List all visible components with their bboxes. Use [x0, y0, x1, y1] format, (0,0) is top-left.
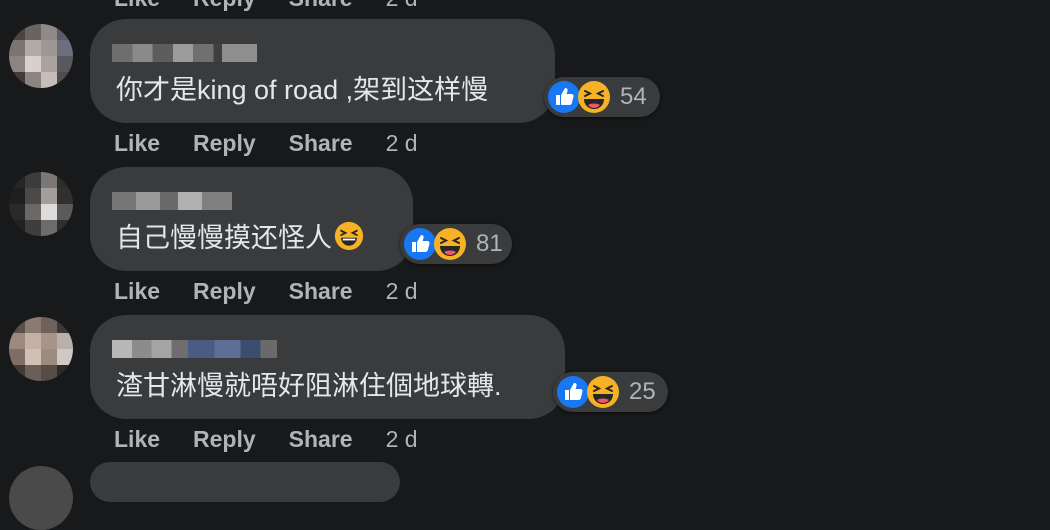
comment-bubble [90, 462, 400, 502]
like-button[interactable]: Like [114, 278, 160, 305]
comment-timestamp: 2 d [386, 0, 418, 12]
reply-button[interactable]: Reply [193, 426, 256, 453]
share-button[interactable]: Share [289, 0, 353, 12]
comment-text: 你才是king of road ,架到这样慢 [116, 75, 489, 105]
author-name[interactable] [112, 192, 232, 210]
comment-text: 自己慢慢摸还怪人 [116, 220, 364, 256]
avatar[interactable] [9, 172, 73, 236]
reaction-count: 54 [620, 83, 647, 110]
like-button[interactable]: Like [114, 130, 160, 157]
like-reaction-icon [548, 81, 580, 113]
reaction-summary[interactable]: 54 [544, 77, 660, 117]
previous-comment-actions: Like Reply Share 2 d [114, 0, 418, 12]
comment-text: 渣甘淋慢就唔好阻淋住個地球轉. [116, 371, 502, 401]
reply-button[interactable]: Reply [193, 130, 256, 157]
comment-bubble: 渣甘淋慢就唔好阻淋住個地球轉. [90, 315, 565, 419]
avatar[interactable] [9, 466, 73, 530]
haha-reaction-icon [434, 228, 466, 260]
haha-reaction-icon [587, 376, 619, 408]
reaction-summary[interactable]: 25 [553, 372, 668, 412]
reaction-count: 25 [629, 378, 656, 405]
like-reaction-icon [404, 228, 436, 260]
share-button[interactable]: Share [289, 130, 353, 157]
comment-timestamp[interactable]: 2 d [386, 278, 418, 305]
comment-text-content: 自己慢慢摸还怪人 [116, 223, 332, 253]
like-reaction-icon [557, 376, 589, 408]
like-button[interactable]: Like [114, 426, 160, 453]
share-button[interactable]: Share [289, 278, 353, 305]
reaction-summary[interactable]: 81 [400, 224, 512, 264]
comment-bubble: 自己慢慢摸还怪人 [90, 167, 413, 271]
reply-button[interactable]: Reply [193, 0, 256, 12]
author-name[interactable] [112, 44, 257, 62]
comment-bubble: 你才是king of road ,架到这样慢 [90, 19, 555, 123]
reply-button[interactable]: Reply [193, 278, 256, 305]
avatar[interactable] [9, 317, 73, 381]
author-name[interactable] [112, 340, 277, 358]
avatar[interactable] [9, 24, 73, 88]
comment-timestamp[interactable]: 2 d [386, 426, 418, 453]
reaction-count: 81 [476, 230, 503, 257]
like-button[interactable]: Like [114, 0, 160, 12]
share-button[interactable]: Share [289, 426, 353, 453]
grinning-squint-emoji [334, 221, 364, 251]
comment-timestamp[interactable]: 2 d [386, 130, 418, 157]
comment-actions: Like Reply Share 2 d [114, 424, 418, 454]
haha-reaction-icon [578, 81, 610, 113]
comment-actions: Like Reply Share 2 d [114, 276, 418, 306]
comment-actions: Like Reply Share 2 d [114, 128, 418, 158]
